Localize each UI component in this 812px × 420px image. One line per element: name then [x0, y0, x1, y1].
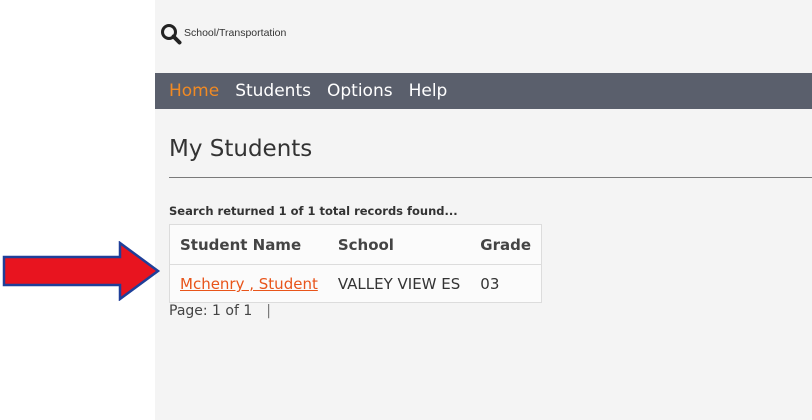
school-cell: VALLEY VIEW ES: [337, 275, 461, 293]
column-header-student-name[interactable]: Student Name: [169, 224, 328, 265]
red-arrow-annotation: [2, 241, 161, 301]
app-title: School/Transportation: [184, 27, 287, 39]
nav-options[interactable]: Options: [327, 81, 393, 101]
column-header-school[interactable]: School: [327, 224, 471, 265]
student-name-cell: Mchenry , Student: [170, 265, 328, 303]
search-summary: Search returned 1 of 1 total records fou…: [169, 204, 458, 218]
table-header-row: Student Name School Grade: [169, 224, 542, 265]
main-nav: Home Students Options Help: [155, 73, 812, 109]
nav-home[interactable]: Home: [169, 81, 219, 101]
page-title: My Students: [169, 136, 313, 162]
search-icon[interactable]: [160, 23, 182, 45]
nav-help[interactable]: Help: [409, 81, 448, 101]
pager-separator: |: [266, 303, 271, 319]
student-name-link[interactable]: Mchenry , Student: [180, 275, 318, 293]
grade-cell: 03: [480, 275, 500, 293]
pager: Page: 1 of 1 |: [169, 303, 271, 319]
students-table: Student Name School Grade Mchenry , Stud…: [169, 224, 543, 303]
table-row: Mchenry , Student VALLEY VIEW ES 03: [170, 265, 542, 303]
app-window: School/Transportation Home Students Opti…: [155, 0, 812, 420]
title-divider: [169, 177, 812, 178]
top-bar: School/Transportation: [155, 0, 812, 73]
column-header-grade[interactable]: Grade: [470, 224, 542, 265]
pager-text: Page: 1 of 1: [169, 303, 253, 319]
left-margin: [0, 0, 155, 420]
nav-students[interactable]: Students: [235, 81, 311, 101]
